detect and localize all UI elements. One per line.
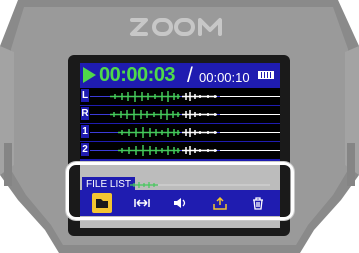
battery-icon (258, 71, 274, 79)
waveform (90, 91, 280, 102)
time-separator: / (187, 64, 193, 87)
volume-button[interactable] (170, 193, 190, 213)
play-icon (83, 67, 96, 83)
zoom-logo (130, 18, 222, 36)
waveform (90, 127, 280, 138)
elapsed-time: 00:00:03 (99, 64, 176, 86)
folder-icon (96, 199, 108, 208)
trash-button[interactable] (248, 193, 268, 213)
trim-button[interactable] (132, 193, 152, 213)
track-label: R (81, 107, 89, 120)
export-button[interactable] (210, 193, 230, 213)
track-row[interactable]: R (80, 106, 280, 124)
mini-waveform (130, 182, 270, 188)
recorder-device: 00:00:03 / 00:00:10 L R 1 2 FILE LIST (0, 0, 359, 253)
total-time: 00:00:10 (199, 70, 250, 85)
track-label: 1 (81, 125, 89, 138)
folder-button[interactable] (92, 193, 112, 213)
file-menu-bar (80, 190, 280, 216)
track-row[interactable]: 1 (80, 124, 280, 142)
volume-icon (174, 198, 186, 208)
waveform (90, 109, 280, 120)
track-label: L (81, 89, 89, 102)
trim-icon (134, 199, 150, 207)
track-row[interactable]: 2 (80, 142, 280, 160)
track-row[interactable]: L (80, 88, 280, 106)
status-bar: 00:00:03 / 00:00:10 (80, 63, 280, 89)
export-icon (213, 196, 227, 210)
track-label: 2 (81, 143, 89, 156)
trash-icon (253, 196, 263, 210)
waveform (90, 145, 280, 156)
